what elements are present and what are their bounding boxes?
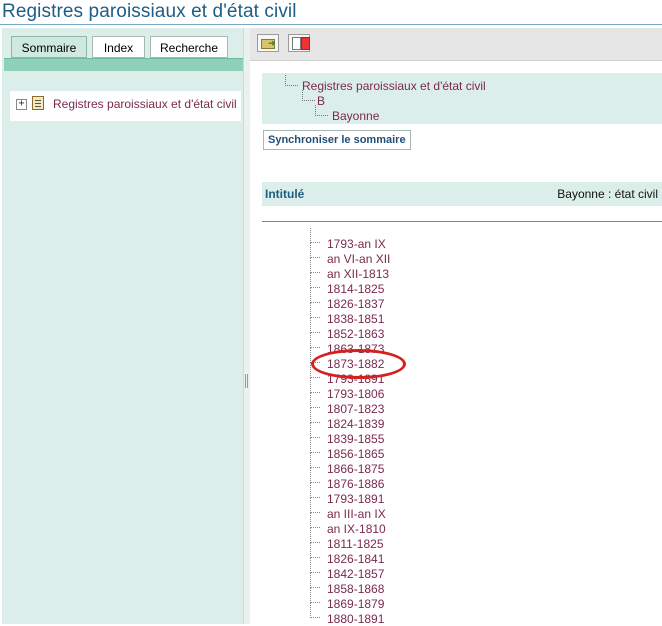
year-range-link[interactable]: 1826-1837 [327,297,384,311]
year-range-link[interactable]: an XII-1813 [327,267,389,281]
breadcrumb: Registres paroissiaux et d'état civil B … [262,73,662,124]
tree-connector [310,378,320,393]
tree-connector [310,453,320,468]
pdf-icon [301,37,310,50]
year-range-link[interactable]: 1863-1873 [327,342,384,356]
tree-connector [310,588,320,603]
year-range-link[interactable]: 1856-1865 [327,447,384,461]
year-range-link[interactable]: an IX-1810 [327,522,386,536]
breadcrumb-item-bayonne[interactable]: Bayonne [332,109,379,123]
tree-connector [310,528,320,543]
tree-connector [310,438,320,453]
year-range-link[interactable]: 1858-1868 [327,582,384,596]
year-range-link[interactable]: 1852-1863 [327,327,384,341]
year-range-link[interactable]: 1793-1891 [327,372,384,386]
intitule-header: Intitulé Bayonne : état civil [262,182,662,206]
tree-connector [310,303,320,318]
tree-connector [310,498,320,513]
expand-plus-icon[interactable]: + [16,99,27,110]
tree-connector [310,573,320,588]
year-range-link[interactable]: 1866-1875 [327,462,384,476]
document-icon [292,37,301,50]
document-icon [32,96,44,110]
synchroniser-button[interactable]: Synchroniser le sommaire [263,130,411,150]
tree-connector [310,333,320,348]
tab-content-bar [4,58,243,71]
panel-splitter[interactable] [243,28,250,624]
year-range-link[interactable]: an VI-an XII [327,252,390,266]
year-range-link[interactable]: 1873-1882 [327,357,384,371]
year-range-link[interactable]: 1824-1839 [327,417,384,431]
year-range-link[interactable]: 1807-1823 [327,402,384,416]
tree-root: + Registres paroissiaux et d'état civil [10,91,241,121]
right-panel: ➜ Registres paroissiaux et d'état civil … [250,28,662,626]
tree-connector [310,393,320,408]
year-range-link[interactable]: 1838-1851 [327,312,384,326]
splitter-grip-icon[interactable] [245,374,248,388]
tree-connector [310,483,320,498]
tree-connector [310,243,320,258]
tree-item-registres[interactable]: Registres paroissiaux et d'état civil [53,97,237,111]
tab-index[interactable]: Index [92,36,145,58]
tree-connector [310,543,320,558]
year-range-link[interactable]: an III-an IX [327,507,386,521]
tree-connector [302,90,315,101]
tree-connector [310,558,320,573]
tree-connector [310,273,320,288]
year-range-link[interactable]: 1842-1857 [327,567,384,581]
year-range-link[interactable]: 1793-an IX [327,237,386,251]
breadcrumb-item-registres[interactable]: Registres paroissiaux et d'état civil [302,79,486,93]
tree-connector [315,105,328,116]
year-range-link[interactable]: 1793-1806 [327,387,384,401]
list-divider [262,221,662,222]
year-range-link[interactable]: 1876-1886 [327,477,384,491]
tree-connector [310,318,320,333]
title-divider [0,24,662,25]
year-range-link[interactable]: 1793-1891 [327,492,384,506]
tab-sommaire[interactable]: Sommaire [11,36,87,58]
tree-connector [310,348,320,363]
tree-connector [310,288,320,303]
intitule-label: Intitulé [265,187,305,201]
intitule-value: Bayonne : état civil [557,187,658,201]
year-range-link[interactable]: 1811-1825 [327,537,384,551]
pdf-export-button[interactable] [288,34,310,52]
tree-connector [310,603,320,618]
tree-connector [310,423,320,438]
left-panel: Sommaire Index Recherche + Registres par… [2,28,244,624]
year-range-link[interactable]: 1814-1825 [327,282,384,296]
tree-connector [310,408,320,423]
tree-connector [310,363,320,378]
tree-connector [285,75,298,86]
arrow-icon: ➜ [268,38,276,48]
folder-export-button[interactable]: ➜ [257,34,279,52]
tree-connector [310,513,320,528]
page-title: Registres paroissiaux et d'état civil [2,1,297,22]
tree-connector [310,228,320,243]
tree-connector [310,258,320,273]
year-range-link[interactable]: 1826-1841 [327,552,384,566]
year-range-link[interactable]: 1839-1855 [327,432,384,446]
year-range-link[interactable]: 1869-1879 [327,597,384,611]
toolbar: ➜ [250,28,662,61]
tree-connector [310,468,320,483]
tab-recherche[interactable]: Recherche [150,36,228,58]
